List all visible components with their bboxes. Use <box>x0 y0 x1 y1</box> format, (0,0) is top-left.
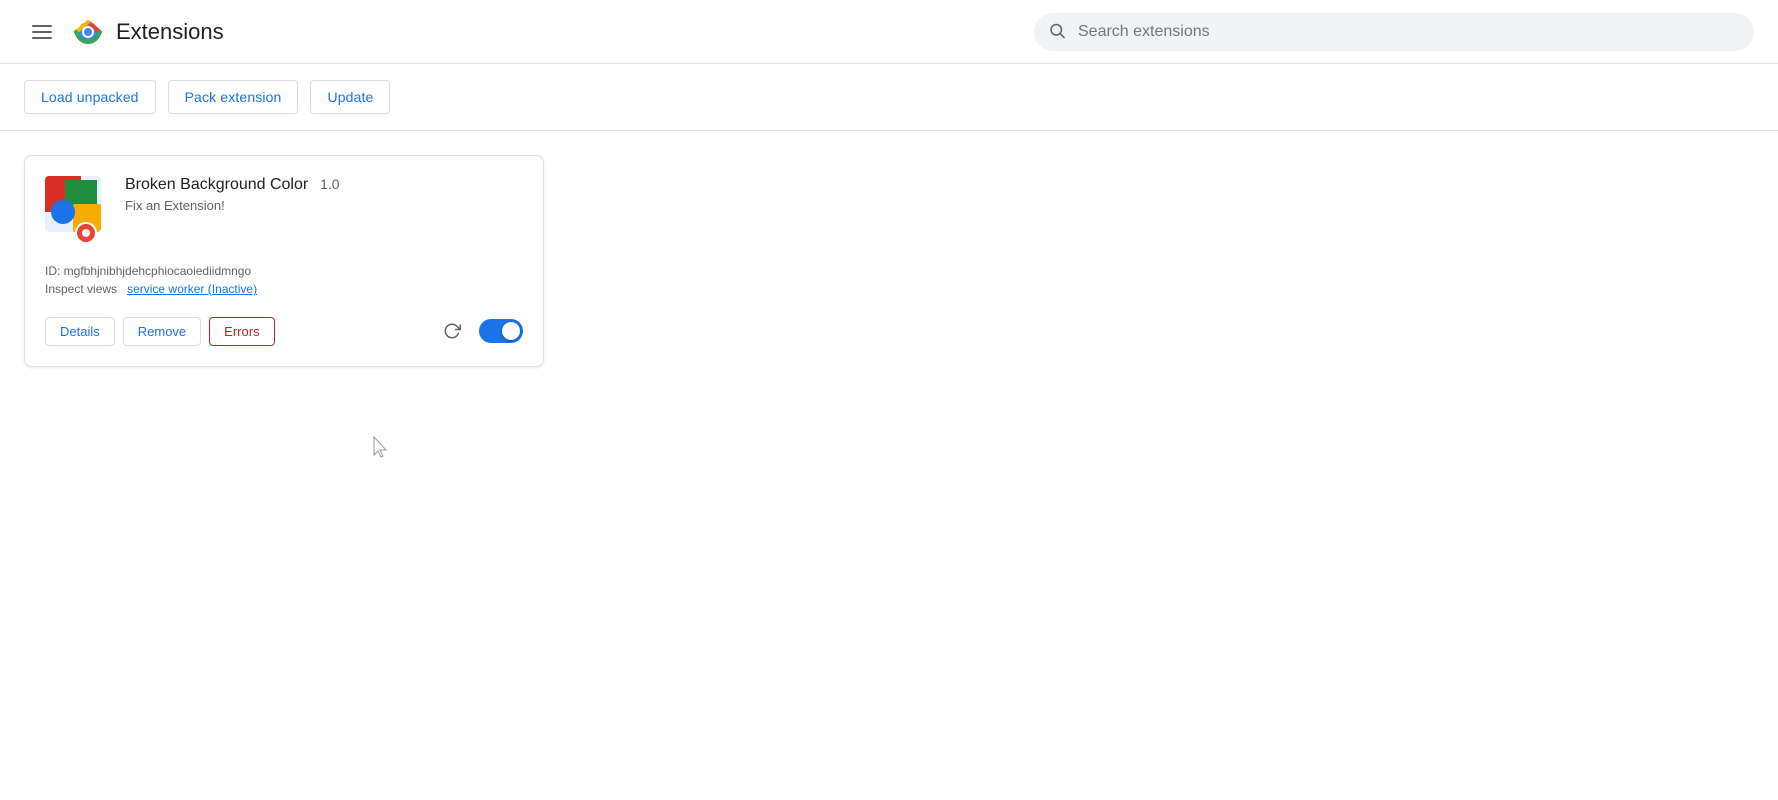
remove-button[interactable]: Remove <box>123 317 201 346</box>
extension-name-line: Broken Background Color 1.0 <box>125 176 523 194</box>
search-input[interactable] <box>1034 13 1754 51</box>
extension-id: ID: mgfbhjnibhjdehcphiocaoiediidmngo <box>45 264 523 278</box>
main-content: Broken Background Color 1.0 Fix an Exten… <box>0 131 1778 391</box>
extension-toggle[interactable] <box>479 319 523 343</box>
pack-extension-button[interactable]: Pack extension <box>168 80 299 114</box>
extension-meta: ID: mgfbhjnibhjdehcphiocaoiediidmngo Ins… <box>45 264 523 296</box>
extension-card: Broken Background Color 1.0 Fix an Exten… <box>24 155 544 367</box>
inspect-label: Inspect views <box>45 282 117 296</box>
load-unpacked-button[interactable]: Load unpacked <box>24 80 156 114</box>
errors-button[interactable]: Errors <box>209 317 274 346</box>
extension-badge-icon <box>75 222 97 244</box>
cursor <box>370 435 394 462</box>
toggle-slider <box>479 319 523 343</box>
chrome-logo <box>72 16 104 48</box>
extension-actions: Details Remove Errors <box>45 316 523 346</box>
search-bar <box>1034 13 1754 51</box>
header-left: Extensions <box>24 16 224 48</box>
menu-icon[interactable] <box>24 17 60 47</box>
reload-button[interactable] <box>437 316 467 346</box>
extension-version: 1.0 <box>320 176 339 192</box>
extension-name-wrap: Broken Background Color 1.0 Fix an Exten… <box>125 176 523 213</box>
extension-description: Fix an Extension! <box>125 198 523 213</box>
page-title: Extensions <box>116 19 224 45</box>
header: Extensions <box>0 0 1778 64</box>
update-button[interactable]: Update <box>310 80 390 114</box>
details-button[interactable]: Details <box>45 317 115 346</box>
service-worker-link[interactable]: service worker (Inactive) <box>127 282 257 296</box>
extension-icon <box>45 176 109 240</box>
extension-header: Broken Background Color 1.0 Fix an Exten… <box>45 176 523 240</box>
extension-inspect: Inspect views service worker (Inactive) <box>45 282 523 296</box>
toolbar: Load unpacked Pack extension Update <box>0 64 1778 131</box>
extension-name: Broken Background Color <box>125 176 308 193</box>
